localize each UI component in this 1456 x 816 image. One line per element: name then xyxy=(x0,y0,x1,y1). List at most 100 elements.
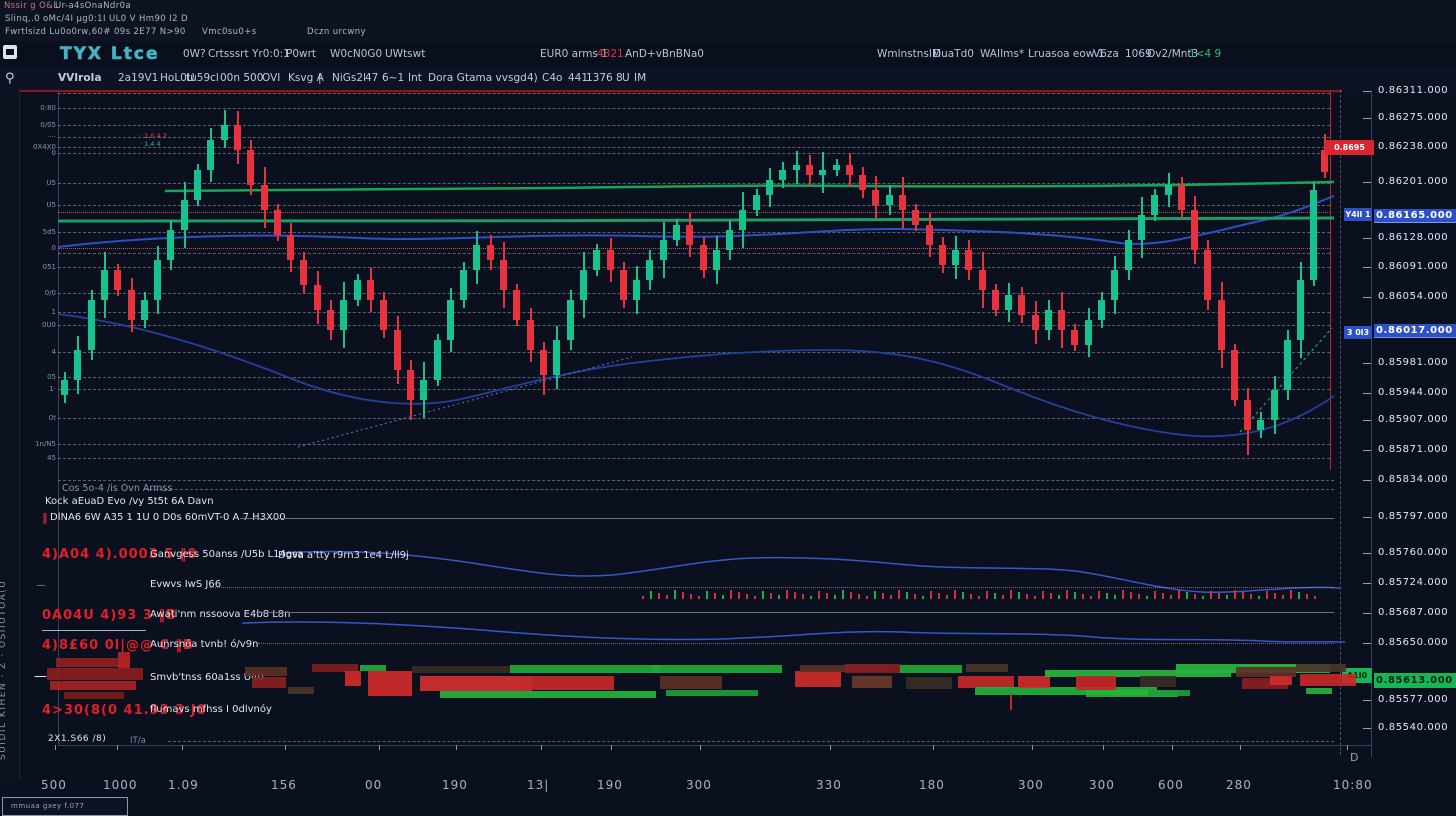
price-scale-tick xyxy=(1363,238,1371,239)
volume-tick xyxy=(874,591,876,599)
status-tooltip-text: mmuaa gxey f.077 xyxy=(11,802,84,810)
candle xyxy=(500,260,507,290)
price-tick-label: 0.86091.000 xyxy=(1378,261,1454,272)
price-tick-label: 0.86054.000 xyxy=(1378,291,1454,302)
volume-tick xyxy=(930,591,932,599)
time-axis-label: 1.09 xyxy=(168,778,199,792)
candle xyxy=(899,195,906,210)
candle xyxy=(1271,390,1278,420)
candle xyxy=(607,250,614,270)
profile-bar-segment xyxy=(852,676,892,688)
profile-bar-segment xyxy=(118,652,130,668)
candle xyxy=(965,250,972,270)
time-axis-tick xyxy=(933,745,934,750)
volume-tick xyxy=(858,594,860,599)
volume-tick xyxy=(642,596,644,599)
price-tag-blue: Y4ll 1 xyxy=(1344,208,1372,221)
candle xyxy=(527,320,534,350)
volume-tick xyxy=(738,592,740,599)
candle xyxy=(314,285,321,310)
candle xyxy=(407,370,414,400)
candle xyxy=(207,140,214,170)
time-axis-label: 00 xyxy=(365,778,382,792)
volume-tick xyxy=(866,596,868,599)
volume-tick xyxy=(1194,594,1196,599)
time-axis-tick xyxy=(1347,745,1348,750)
candle xyxy=(540,350,547,375)
time-axis-label: 190 xyxy=(442,778,468,792)
volume-tick xyxy=(698,596,700,599)
volume-tick xyxy=(1162,593,1164,599)
axis-corner-icon[interactable]: D xyxy=(1350,751,1358,764)
candle xyxy=(646,260,653,280)
profile-bar-segment xyxy=(666,690,758,696)
candle xyxy=(154,260,161,300)
time-axis-label: 13| xyxy=(527,778,549,792)
profile-bar-segment xyxy=(795,671,841,687)
volume-tick xyxy=(1106,593,1108,599)
price-tick-label: 0.85687.000 xyxy=(1378,607,1454,618)
profile-bar-segment xyxy=(1296,664,1346,672)
volume-tick xyxy=(906,592,908,599)
volume-tick xyxy=(810,596,812,599)
profile-bar-segment xyxy=(420,676,532,691)
candle xyxy=(394,330,401,370)
price-tick-label: 0.85834.000 xyxy=(1378,474,1454,485)
volume-tick xyxy=(890,595,892,599)
volume-tick xyxy=(1090,596,1092,599)
volume-tick xyxy=(1290,590,1292,599)
time-axis-label: 10:80 xyxy=(1333,778,1373,792)
time-axis-tick xyxy=(830,745,831,750)
price-tick-label: 0.85981.000 xyxy=(1378,357,1454,368)
candle xyxy=(979,270,986,290)
volume-tick xyxy=(834,595,836,599)
volume-tick xyxy=(674,590,676,599)
price-marker-blue: 0.86165.000 xyxy=(1374,209,1456,223)
volume-tick xyxy=(898,590,900,599)
price-scale-tick xyxy=(1363,363,1371,364)
volume-tick xyxy=(914,594,916,599)
trading-terminal-window: Nssir g O&L Ur-a4sOnaNdr0a Slinq,.0 oMc/… xyxy=(0,0,1456,816)
candle xyxy=(939,245,946,265)
volume-tick xyxy=(1034,596,1036,599)
candle xyxy=(739,210,746,230)
volume-tick xyxy=(970,594,972,599)
candle xyxy=(513,290,520,320)
chart-legend-entry: · 1.4 4 xyxy=(140,140,161,148)
profile-bar-segment xyxy=(1270,676,1292,685)
time-axis-tick xyxy=(117,745,118,750)
candle xyxy=(700,245,707,270)
candle xyxy=(846,165,853,175)
price-scale-tick xyxy=(1363,91,1371,92)
profile-bar-segment xyxy=(510,665,660,673)
indicator-separator-line xyxy=(168,741,1334,742)
volume-tick xyxy=(1226,595,1228,599)
candle xyxy=(1204,250,1211,300)
candle xyxy=(593,250,600,270)
candle xyxy=(1058,310,1065,330)
profile-bar-segment xyxy=(252,677,286,688)
candle xyxy=(1125,240,1132,270)
candle xyxy=(101,270,108,300)
price-tick-label: 0.85871.000 xyxy=(1378,444,1454,455)
profile-bar-segment xyxy=(845,664,901,673)
volume-tick xyxy=(826,593,828,599)
time-axis-label: 600 xyxy=(1158,778,1184,792)
price-marker-blue: 0.86017.000 xyxy=(1374,324,1456,338)
time-axis-label: 300 xyxy=(686,778,712,792)
volume-tick xyxy=(658,593,660,599)
volume-tick xyxy=(1234,590,1236,599)
volume-tick xyxy=(1026,594,1028,599)
indicator-label: flumavs mfhss I 0dlvnóy xyxy=(150,704,272,715)
candle xyxy=(713,250,720,270)
candle xyxy=(1045,310,1052,330)
profile-bar-segment xyxy=(368,671,412,696)
profile-bar-segment xyxy=(1300,674,1356,686)
status-tooltip-box: mmuaa gxey f.077 xyxy=(2,797,128,816)
profile-bar-segment xyxy=(345,671,361,686)
volume-tick xyxy=(962,592,964,599)
indicator-label: — xyxy=(34,669,47,684)
volume-tick xyxy=(1314,596,1316,599)
time-axis-tick xyxy=(700,745,701,750)
volume-tick xyxy=(1250,594,1252,599)
